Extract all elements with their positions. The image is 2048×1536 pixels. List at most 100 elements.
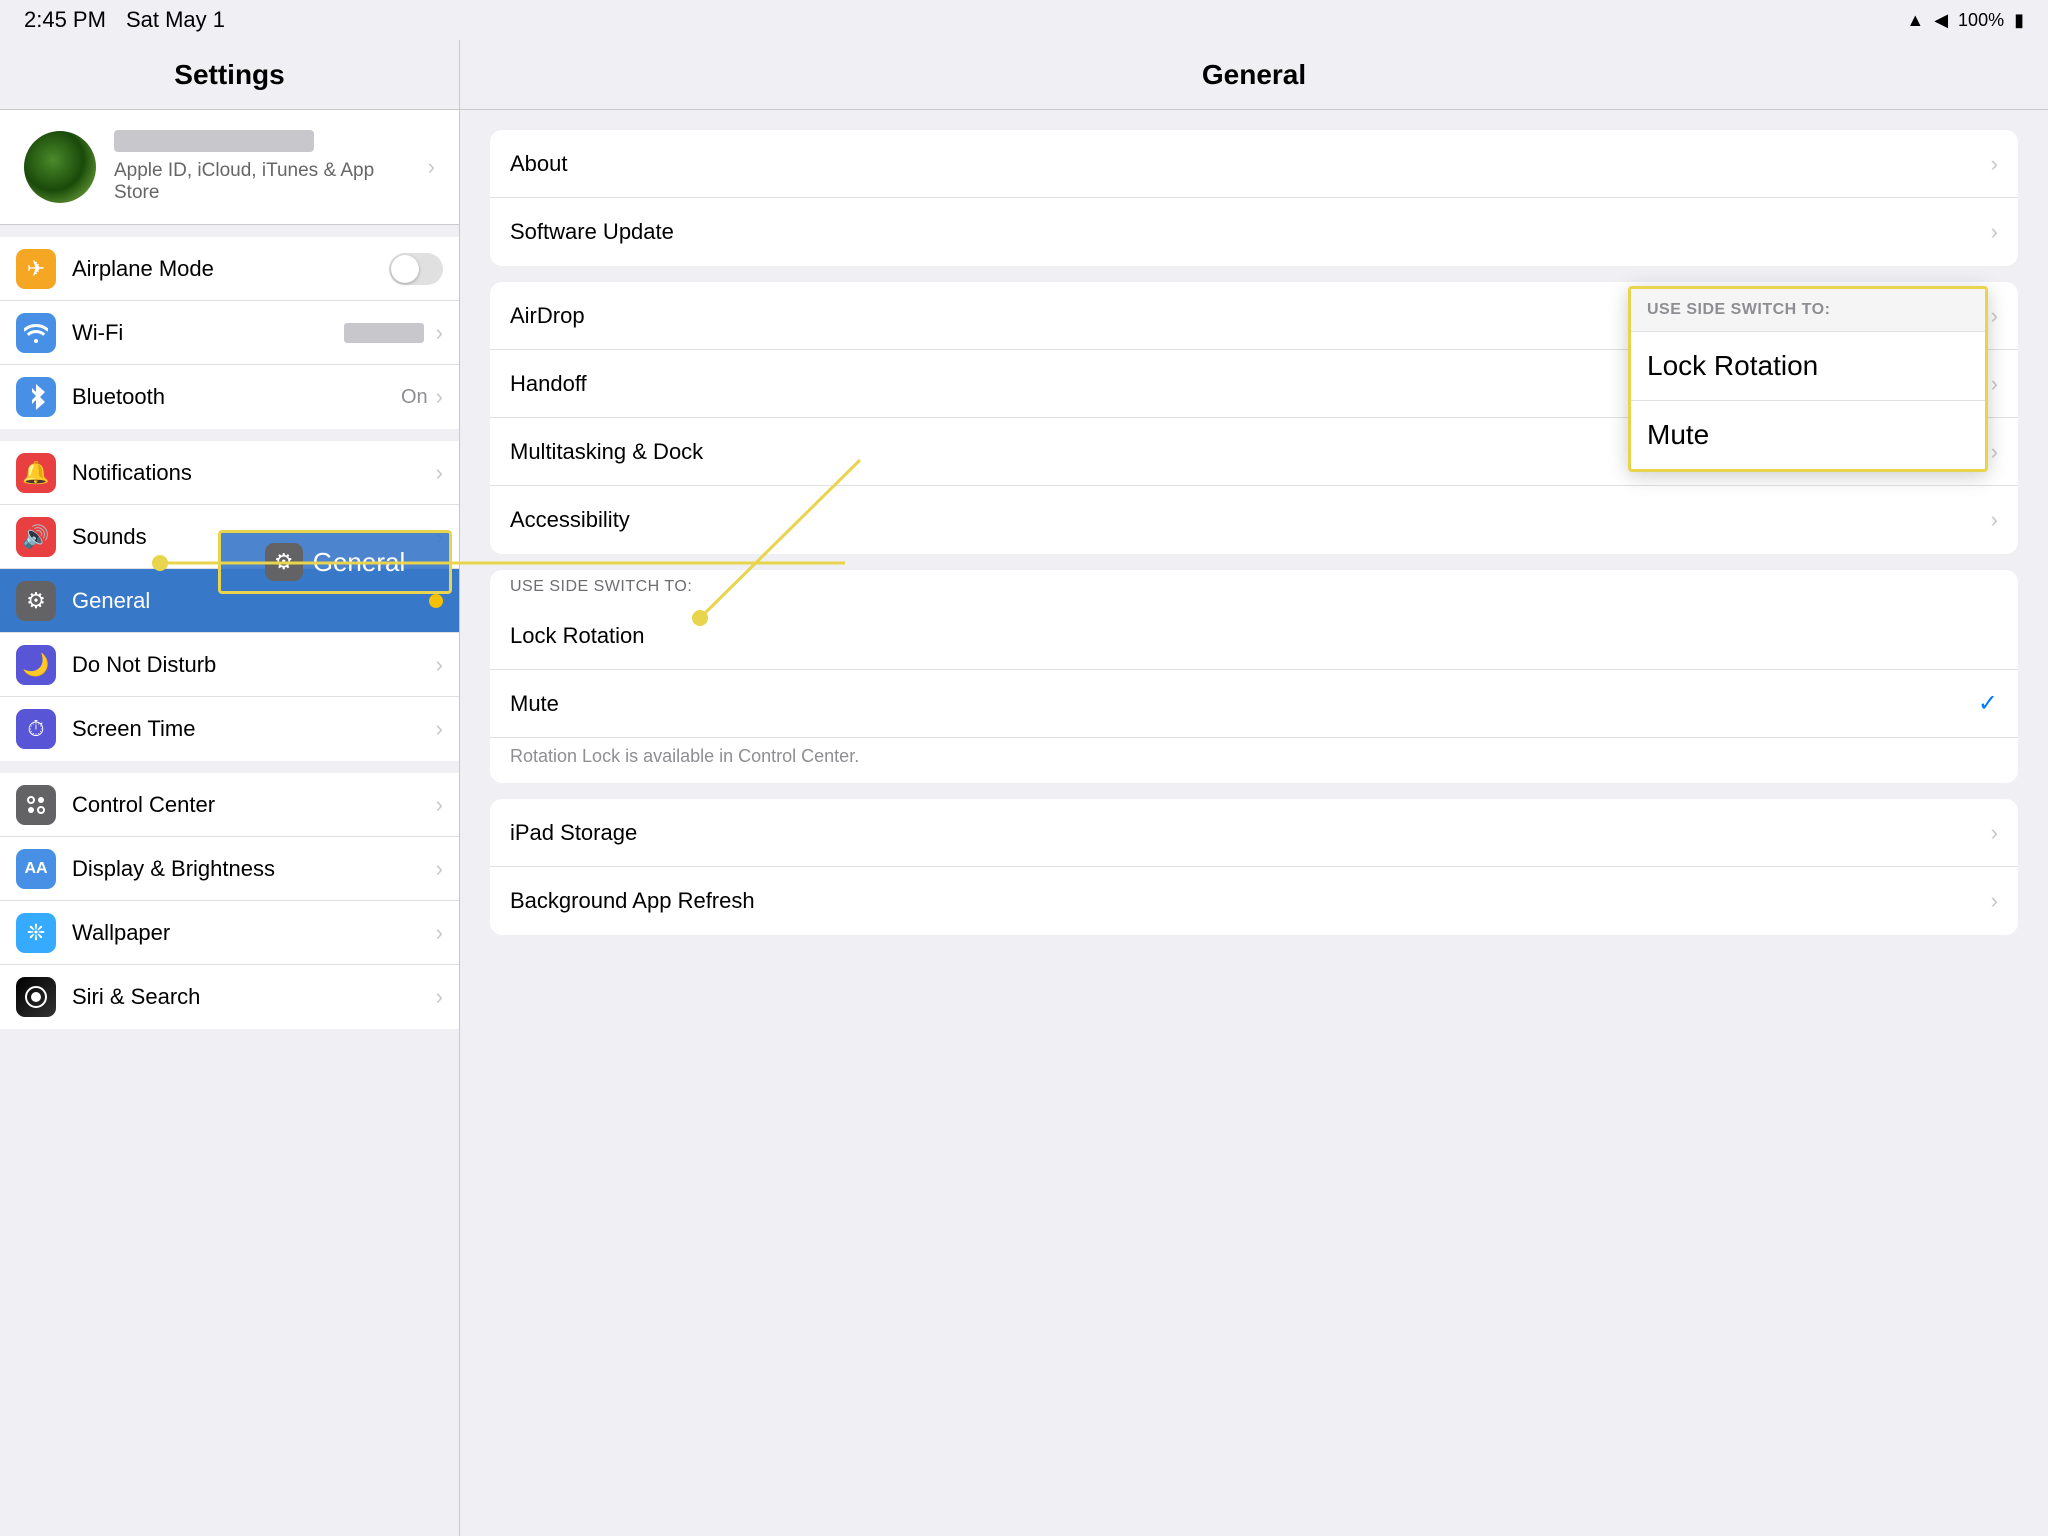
highlight-popup-mute: Mute xyxy=(1631,401,1985,469)
sidebar-label-wallpaper: Wallpaper xyxy=(72,920,432,946)
sirisearch-icon xyxy=(16,977,56,1017)
settings-row-about[interactable]: About › xyxy=(490,130,2018,198)
sidebar-section-connectivity: ✈ Airplane Mode Wi-Fi › xyxy=(0,237,459,429)
settings-row-backgroundapprefresh[interactable]: Background App Refresh › xyxy=(490,867,2018,935)
sidebar-label-displaybrightness: Display & Brightness xyxy=(72,856,432,882)
wifi-value-blur xyxy=(344,323,424,343)
controlcenter-icon xyxy=(16,785,56,825)
sidebar-title: Settings xyxy=(0,40,459,110)
settings-label-ipadstorage: iPad Storage xyxy=(510,820,1991,846)
settings-row-lockrotation[interactable]: Lock Rotation xyxy=(490,602,2018,670)
settings-label-mute: Mute xyxy=(510,691,1978,717)
general-dot xyxy=(429,594,443,608)
right-panel: General About › Software Update › AirDro… xyxy=(460,40,2048,1536)
status-bar: 2:45 PM Sat May 1 ▲ ◀ 100% ▮ xyxy=(0,0,2048,40)
profile-name-blur xyxy=(114,130,314,152)
sidebar-item-wallpaper[interactable]: ❊ Wallpaper › xyxy=(0,901,459,965)
settings-group-info: About › Software Update › xyxy=(490,130,2018,266)
donotdisturb-icon: 🌙 xyxy=(16,645,56,685)
status-time: 2:45 PM xyxy=(24,7,106,33)
sidebar-item-notifications[interactable]: 🔔 Notifications › xyxy=(0,441,459,505)
bluetooth-icon xyxy=(16,377,56,417)
sounds-chevron: › xyxy=(436,524,443,550)
handoff-chevron: › xyxy=(1991,371,1998,397)
settings-row-softwareupdate[interactable]: Software Update › xyxy=(490,198,2018,266)
softwareupdate-chevron: › xyxy=(1991,219,1998,245)
profile-chevron: › xyxy=(428,154,435,180)
wifi-chevron: › xyxy=(436,320,443,346)
wifi-icon: ▲ xyxy=(1906,10,1924,31)
airplane-toggle[interactable] xyxy=(389,253,443,285)
sidebar-item-bluetooth[interactable]: Bluetooth On › xyxy=(0,365,459,429)
sidebar-label-general: General xyxy=(72,588,423,614)
sirisearch-chevron: › xyxy=(436,984,443,1010)
backgroundapprefresh-chevron: › xyxy=(1991,888,1998,914)
highlight-popup: USE SIDE SWITCH TO: Lock Rotation Mute xyxy=(1628,286,1988,472)
sidebar-item-airplane[interactable]: ✈ Airplane Mode xyxy=(0,237,459,301)
bluetooth-value: On xyxy=(401,386,428,409)
profile-info: Apple ID, iCloud, iTunes & App Store xyxy=(114,130,424,204)
panel-title: General xyxy=(460,40,2048,110)
status-date: Sat May 1 xyxy=(126,7,225,33)
sidebar-label-sirisearch: Siri & Search xyxy=(72,984,432,1010)
donotdisturb-chevron: › xyxy=(436,652,443,678)
sidebar-label-notifications: Notifications xyxy=(72,460,432,486)
notifications-chevron: › xyxy=(436,460,443,486)
sidebar-label-controlcenter: Control Center xyxy=(72,792,432,818)
ipadstorage-chevron: › xyxy=(1991,820,1998,846)
sidebar-item-wifi[interactable]: Wi-Fi › xyxy=(0,301,459,365)
settings-group-storage: iPad Storage › Background App Refresh › xyxy=(490,799,2018,935)
sidebar-item-screentime[interactable]: ⏱ Screen Time › xyxy=(0,697,459,761)
sideswitch-footer: Rotation Lock is available in Control Ce… xyxy=(490,738,2018,783)
settings-label-about: About xyxy=(510,151,1991,177)
status-icons: ▲ ◀ 100% ▮ xyxy=(1906,10,2024,31)
general-icon: ⚙ xyxy=(16,581,56,621)
sidebar-label-wifi: Wi-Fi xyxy=(72,320,344,346)
airplane-icon: ✈ xyxy=(16,249,56,289)
wifi-setting-icon xyxy=(16,313,56,353)
sidebar: Settings Apple ID, iCloud, iTunes & App … xyxy=(0,40,460,1536)
sidebar-label-screentime: Screen Time xyxy=(72,716,432,742)
sidebar-item-sounds[interactable]: 🔊 Sounds › xyxy=(0,505,459,569)
notifications-icon: 🔔 xyxy=(16,453,56,493)
highlight-popup-header: USE SIDE SWITCH TO: xyxy=(1631,289,1985,332)
sidebar-item-displaybrightness[interactable]: AA Display & Brightness › xyxy=(0,837,459,901)
wallpaper-chevron: › xyxy=(436,920,443,946)
wallpaper-icon: ❊ xyxy=(16,913,56,953)
sidebar-label-bluetooth: Bluetooth xyxy=(72,384,401,410)
sideswitch-header: USE SIDE SWITCH TO: xyxy=(490,570,2018,602)
settings-row-ipadstorage[interactable]: iPad Storage › xyxy=(490,799,2018,867)
screentime-chevron: › xyxy=(436,716,443,742)
sidebar-item-controlcenter[interactable]: Control Center › xyxy=(0,773,459,837)
profile-subtitle: Apple ID, iCloud, iTunes & App Store xyxy=(114,160,424,204)
controlcenter-chevron: › xyxy=(436,792,443,818)
about-chevron: › xyxy=(1991,151,1998,177)
avatar xyxy=(24,131,96,203)
sidebar-label-airplane: Airplane Mode xyxy=(72,256,389,282)
sidebar-label-sounds: Sounds xyxy=(72,524,432,550)
screentime-icon: ⏱ xyxy=(16,709,56,749)
sidebar-label-donotdisturb: Do Not Disturb xyxy=(72,652,432,678)
sidebar-section-display: Control Center › AA Display & Brightness… xyxy=(0,773,459,1029)
sidebar-section-prefs: 🔔 Notifications › 🔊 Sounds › ⚙ General 🌙… xyxy=(0,441,459,761)
sidebar-item-donotdisturb[interactable]: 🌙 Do Not Disturb › xyxy=(0,633,459,697)
settings-label-lockrotation: Lock Rotation xyxy=(510,623,1998,649)
battery-percent: 100% xyxy=(1958,10,2004,31)
settings-group-sideswitch: USE SIDE SWITCH TO: Lock Rotation Mute ✓… xyxy=(490,570,2018,783)
displaybrightness-icon: AA xyxy=(16,849,56,889)
sidebar-item-general[interactable]: ⚙ General xyxy=(0,569,459,633)
sounds-icon: 🔊 xyxy=(16,517,56,557)
settings-row-accessibility[interactable]: Accessibility › xyxy=(490,486,2018,554)
highlight-popup-lockrotation: Lock Rotation xyxy=(1631,332,1985,401)
displaybrightness-chevron: › xyxy=(436,856,443,882)
settings-label-backgroundapprefresh: Background App Refresh xyxy=(510,888,1991,914)
battery-icon: ▮ xyxy=(2014,10,2024,31)
signal-icon: ◀ xyxy=(1934,10,1948,31)
main-layout: Settings Apple ID, iCloud, iTunes & App … xyxy=(0,40,2048,1536)
settings-row-mute[interactable]: Mute ✓ xyxy=(490,670,2018,738)
multitasking-chevron: › xyxy=(1991,439,1998,465)
profile-row[interactable]: Apple ID, iCloud, iTunes & App Store › xyxy=(0,110,459,225)
sidebar-item-sirisearch[interactable]: Siri & Search › xyxy=(0,965,459,1029)
bluetooth-chevron: › xyxy=(436,384,443,410)
settings-label-accessibility: Accessibility xyxy=(510,507,1991,533)
